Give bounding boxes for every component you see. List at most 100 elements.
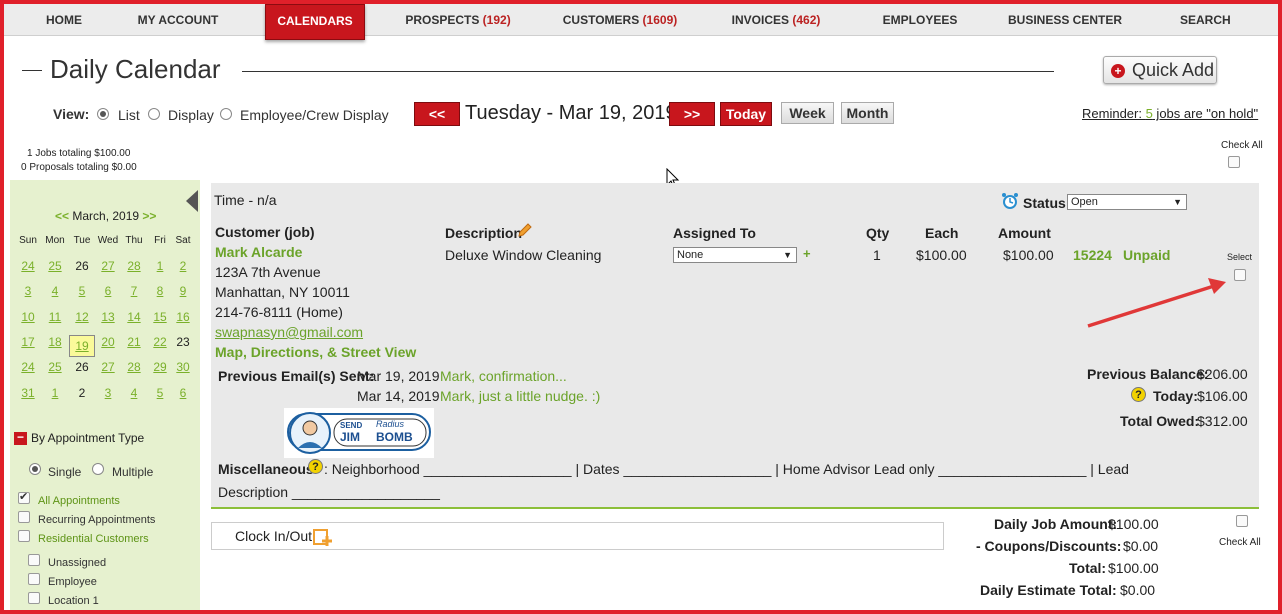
- dropdown-caret-icon: ▼: [1173, 197, 1182, 207]
- mini-cal-day[interactable]: 25: [42, 360, 68, 374]
- mini-cal-prev-button[interactable]: <<: [55, 209, 69, 223]
- mini-cal-day[interactable]: 9: [170, 284, 196, 298]
- mini-cal-day[interactable]: 2: [69, 386, 95, 400]
- each-header: Each: [925, 225, 959, 241]
- location-1-checkbox[interactable]: [28, 592, 40, 604]
- nav-calendars[interactable]: CALENDARS: [265, 4, 365, 40]
- email-subject-1-link[interactable]: Mark, confirmation...: [440, 368, 567, 384]
- clock-in-out-box[interactable]: Clock In/Out: [211, 522, 944, 550]
- mini-cal-day[interactable]: 28: [121, 360, 147, 374]
- clock-add-icon[interactable]: [313, 527, 333, 547]
- mini-cal-day[interactable]: 12: [69, 310, 95, 324]
- filter-single-radio[interactable]: [29, 463, 41, 475]
- mini-cal-day[interactable]: 13: [95, 310, 121, 324]
- pencil-edit-icon[interactable]: [517, 222, 533, 238]
- recurring-appointments-checkbox[interactable]: [18, 511, 30, 523]
- mini-cal-day[interactable]: 17: [15, 335, 41, 349]
- quick-add-button[interactable]: + Quick Add: [1103, 56, 1217, 84]
- mini-cal-day[interactable]: 2: [170, 259, 196, 273]
- nav-customers[interactable]: CUSTOMERS (1609): [562, 4, 678, 36]
- mini-cal-day[interactable]: 23: [170, 335, 196, 349]
- view-list-radio[interactable]: [97, 108, 109, 120]
- job-number-link[interactable]: 15224: [1073, 247, 1112, 263]
- mini-cal-day[interactable]: 11: [42, 310, 68, 324]
- mini-cal-day[interactable]: 3: [95, 386, 121, 400]
- nav-employees[interactable]: EMPLOYEES: [882, 4, 958, 36]
- prev-day-button[interactable]: <<: [414, 102, 460, 126]
- all-appointments-label[interactable]: All Appointments: [38, 495, 120, 507]
- mini-cal-day[interactable]: 20: [95, 335, 121, 349]
- mini-cal-day[interactable]: 25: [42, 259, 68, 273]
- unassigned-label[interactable]: Unassigned: [48, 557, 106, 569]
- mini-cal-day[interactable]: 1: [42, 386, 68, 400]
- mini-cal-next-button[interactable]: >>: [142, 209, 156, 223]
- mini-cal-day[interactable]: 10: [15, 310, 41, 324]
- check-all-checkbox-bottom[interactable]: [1236, 515, 1248, 527]
- today-button[interactable]: Today: [720, 102, 772, 126]
- add-assignee-button[interactable]: +: [803, 246, 811, 261]
- mini-cal-day[interactable]: 16: [170, 310, 196, 324]
- previous-balance: $206.00: [1197, 366, 1248, 382]
- mini-cal-day[interactable]: 30: [170, 360, 196, 374]
- status-label: Status:: [1023, 195, 1071, 211]
- mini-cal-day[interactable]: 27: [95, 259, 121, 273]
- mini-cal-day[interactable]: 26: [69, 259, 95, 273]
- mini-cal-day[interactable]: 14: [121, 310, 147, 324]
- status-select[interactable]: Open ▼: [1067, 194, 1187, 210]
- description-header: Description: [445, 225, 523, 241]
- radius-jim-bomb-logo[interactable]: SEND Radius JIM BOMB: [284, 408, 434, 458]
- view-employee-crew-radio[interactable]: [220, 108, 232, 120]
- residential-customers-label[interactable]: Residential Customers: [38, 533, 149, 545]
- on-hold-reminder-link[interactable]: Reminder: 5 jobs are "on hold": [1082, 106, 1258, 121]
- unassigned-checkbox[interactable]: [28, 554, 40, 566]
- customer-email-link[interactable]: swapnasyn@gmail.com: [215, 324, 363, 340]
- misc-help-icon[interactable]: ?: [308, 459, 323, 474]
- mini-cal-day[interactable]: 7: [121, 284, 147, 298]
- mini-cal-day[interactable]: 3: [15, 284, 41, 298]
- nav-my-account[interactable]: MY ACCOUNT: [130, 4, 226, 36]
- mini-cal-day[interactable]: 6: [95, 284, 121, 298]
- mini-cal-day[interactable]: 5: [69, 284, 95, 298]
- residential-customers-checkbox[interactable]: [18, 530, 30, 542]
- view-display-radio[interactable]: [148, 108, 160, 120]
- nav-search[interactable]: SEARCH: [1180, 4, 1231, 36]
- nav-home[interactable]: HOME: [44, 4, 84, 36]
- mini-cal-day[interactable]: 4: [121, 386, 147, 400]
- check-all-checkbox-top[interactable]: [1228, 156, 1240, 168]
- map-directions-link[interactable]: Map, Directions, & Street View: [215, 344, 416, 360]
- employee-label[interactable]: Employee: [48, 576, 97, 588]
- assigned-to-select[interactable]: None ▼: [673, 247, 797, 263]
- mini-cal-selected-day[interactable]: 19: [69, 334, 95, 357]
- help-icon[interactable]: ?: [1131, 387, 1146, 402]
- total-amount: $100.00: [1108, 560, 1159, 576]
- filter-multiple-radio[interactable]: [92, 463, 104, 475]
- mini-cal-day[interactable]: 21: [121, 335, 147, 349]
- collapse-sidebar-icon[interactable]: [186, 190, 198, 212]
- all-appointments-checkbox[interactable]: [18, 490, 30, 504]
- employee-checkbox[interactable]: [28, 573, 40, 585]
- nav-prospects[interactable]: PROSPECTS (192): [404, 4, 512, 36]
- red-arrow-annotation: [1087, 278, 1226, 328]
- mini-cal-day[interactable]: 26: [69, 360, 95, 374]
- recurring-appointments-label[interactable]: Recurring Appointments: [38, 514, 155, 526]
- email-subject-2-link[interactable]: Mark, just a little nudge. :): [440, 388, 600, 404]
- week-button[interactable]: Week: [781, 102, 834, 124]
- mini-cal-month: March, 2019: [72, 209, 140, 223]
- mini-cal-day[interactable]: 24: [15, 360, 41, 374]
- mini-cal-day[interactable]: 28: [121, 259, 147, 273]
- logo-jim-text: JIM: [340, 430, 361, 444]
- mini-cal-day[interactable]: 18: [42, 335, 68, 349]
- mini-cal-day[interactable]: 27: [95, 360, 121, 374]
- payment-status[interactable]: Unpaid: [1123, 247, 1170, 263]
- customer-name-link[interactable]: Mark Alcarde: [215, 244, 302, 260]
- mini-cal-day[interactable]: 4: [42, 284, 68, 298]
- mini-cal-day[interactable]: 6: [170, 386, 196, 400]
- nav-invoices[interactable]: INVOICES (462): [730, 4, 822, 36]
- collapse-filter-icon[interactable]: −: [14, 431, 27, 445]
- mini-cal-day[interactable]: 24: [15, 259, 41, 273]
- mini-cal-day[interactable]: 31: [15, 386, 41, 400]
- month-button[interactable]: Month: [841, 102, 894, 124]
- location-1-label[interactable]: Location 1: [48, 595, 99, 607]
- nav-business-center[interactable]: BUSINESS CENTER: [1008, 4, 1122, 36]
- next-day-button[interactable]: >>: [669, 102, 715, 126]
